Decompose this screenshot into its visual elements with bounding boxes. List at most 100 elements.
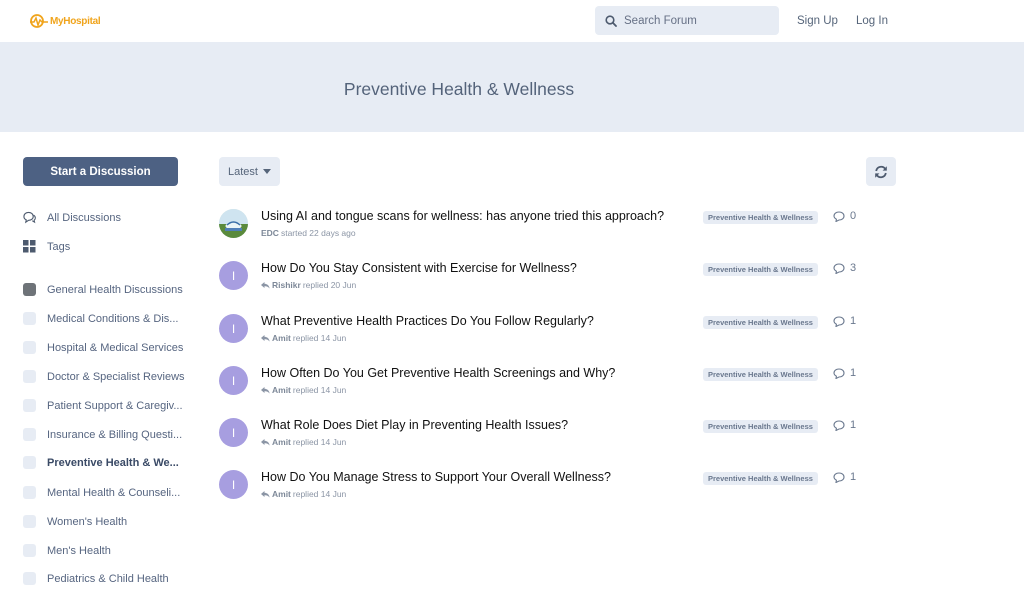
reply-count: 1 (833, 419, 856, 431)
discussion-action: replied 14 Jun (292, 333, 347, 343)
discussion-action: replied 14 Jun (292, 385, 347, 395)
start-discussion-button[interactable]: Start a Discussion (23, 157, 178, 186)
tag-color-swatch (23, 515, 36, 528)
avatar[interactable]: I (219, 314, 248, 343)
tags-grid-icon (23, 240, 36, 253)
tag-color-swatch (23, 341, 36, 354)
reply-icon (261, 334, 270, 342)
discussion-user[interactable]: Rishikr (272, 280, 301, 290)
tag-color-swatch (23, 428, 36, 441)
avatar[interactable]: I (219, 470, 248, 499)
reply-count-value: 1 (850, 419, 857, 431)
comment-icon (833, 315, 845, 327)
reply-count: 0 (833, 210, 856, 222)
tag-badge[interactable]: Preventive Health & Wellness (703, 263, 818, 276)
discussion-meta: Amit replied 14 Jun (261, 333, 346, 343)
sidebar-tag-item[interactable]: Patient Support & Caregiv... (23, 399, 183, 412)
search-icon (605, 14, 617, 27)
tag-color-swatch (23, 399, 36, 412)
search-input[interactable] (624, 14, 764, 27)
tag-label: Men's Health (47, 544, 111, 557)
page-title: Preventive Health & Wellness (343, 79, 575, 99)
comment-icon (833, 210, 845, 222)
tag-badge[interactable]: Preventive Health & Wellness (703, 211, 818, 224)
discussion-user[interactable]: EDC (261, 228, 279, 238)
discussion-user[interactable]: Amit (272, 333, 291, 343)
sidebar-tag-item[interactable]: Doctor & Specialist Reviews (23, 370, 185, 383)
top-header: MyHospital Sign Up Log In (0, 0, 1024, 42)
sidebar-tag-item[interactable]: Insurance & Billing Questi... (23, 428, 182, 441)
tag-color-swatch (23, 456, 36, 469)
comments-icon (23, 211, 36, 224)
search-box[interactable] (595, 6, 779, 35)
tag-color-swatch (23, 283, 36, 296)
reply-count: 1 (833, 471, 856, 483)
sidebar-tag-item[interactable]: Medical Conditions & Dis... (23, 312, 178, 325)
nav-tags[interactable]: Tags (23, 240, 70, 253)
sidebar-tag-item[interactable]: Women's Health (23, 515, 127, 528)
site-logo[interactable]: MyHospital (28, 12, 101, 30)
signup-link[interactable]: Sign Up (797, 15, 838, 27)
tag-label: Pediatrics & Child Health (47, 572, 169, 585)
discussion-title[interactable]: How Do You Manage Stress to Support Your… (261, 470, 611, 484)
tag-color-swatch (23, 312, 36, 325)
reply-count: 1 (833, 367, 856, 379)
discussion-meta: Amit replied 14 Jun (261, 437, 346, 447)
discussion-meta: Rishikr replied 20 Jun (261, 280, 356, 290)
tag-badge[interactable]: Preventive Health & Wellness (703, 368, 818, 381)
reply-count-value: 1 (850, 315, 857, 327)
discussion-row[interactable]: I How Do You Stay Consistent with Exerci… (219, 261, 869, 301)
tag-label: Medical Conditions & Dis... (47, 312, 179, 325)
tag-color-swatch (23, 486, 36, 499)
discussion-user[interactable]: Amit (272, 385, 291, 395)
nav-all-discussions[interactable]: All Discussions (23, 211, 121, 224)
reply-icon (261, 386, 270, 394)
tag-label: Women's Health (47, 515, 128, 528)
discussion-row[interactable]: I What Role Does Diet Play in Preventing… (219, 418, 869, 458)
discussion-title[interactable]: How Often Do You Get Preventive Health S… (261, 366, 615, 380)
reply-count-value: 0 (850, 210, 857, 222)
sidebar-tag-item[interactable]: Pediatrics & Child Health (23, 572, 169, 585)
discussion-title[interactable]: What Role Does Diet Play in Preventing H… (261, 418, 568, 432)
sidebar-tag-item[interactable]: Mental Health & Counseli... (23, 486, 180, 499)
discussion-row[interactable]: Using AI and tongue scans for wellness: … (219, 209, 869, 249)
sidebar-tag-item-active[interactable]: Preventive Health & We... (23, 456, 179, 469)
reply-count-value: 1 (850, 367, 857, 379)
discussion-title[interactable]: What Preventive Health Practices Do You … (261, 314, 594, 328)
discussion-meta: Amit replied 14 Jun (261, 385, 346, 395)
reply-icon (261, 281, 270, 289)
tag-label: Insurance & Billing Questi... (47, 428, 183, 441)
tag-badge[interactable]: Preventive Health & Wellness (703, 420, 818, 433)
reply-icon (261, 438, 270, 446)
tag-label: Preventive Health & We... (47, 456, 179, 469)
discussion-title[interactable]: Using AI and tongue scans for wellness: … (261, 209, 664, 223)
reply-count-value: 3 (850, 262, 857, 274)
tag-color-swatch (23, 572, 36, 585)
avatar[interactable]: I (219, 261, 248, 290)
discussion-title[interactable]: How Do You Stay Consistent with Exercise… (261, 261, 577, 275)
reply-count-value: 1 (850, 471, 857, 483)
discussion-row[interactable]: I How Often Do You Get Preventive Health… (219, 366, 869, 406)
avatar[interactable]: I (219, 366, 248, 395)
comment-icon (833, 367, 845, 379)
sort-dropdown[interactable]: Latest (219, 157, 280, 186)
discussion-row[interactable]: I How Do You Manage Stress to Support Yo… (219, 470, 869, 510)
sidebar-tag-item[interactable]: General Health Discussions (23, 283, 183, 296)
refresh-icon (875, 165, 887, 178)
avatar[interactable]: I (219, 418, 248, 447)
tag-badge[interactable]: Preventive Health & Wellness (703, 316, 818, 329)
discussion-user[interactable]: Amit (272, 437, 291, 447)
tag-label: Mental Health & Counseli... (47, 486, 181, 499)
discussion-meta: Amit replied 14 Jun (261, 489, 346, 499)
hero-banner: Preventive Health & Wellness (0, 42, 1024, 132)
tag-badge[interactable]: Preventive Health & Wellness (703, 472, 818, 485)
tag-color-swatch (23, 544, 36, 557)
logo-icon (30, 14, 48, 28)
discussion-user[interactable]: Amit (272, 489, 291, 499)
discussion-row[interactable]: I What Preventive Health Practices Do Yo… (219, 314, 869, 354)
sidebar-tag-item[interactable]: Hospital & Medical Services (23, 341, 183, 354)
login-link[interactable]: Log In (856, 15, 888, 27)
refresh-button[interactable] (866, 157, 896, 186)
sidebar-tag-item[interactable]: Men's Health (23, 544, 111, 557)
avatar[interactable] (219, 209, 248, 238)
